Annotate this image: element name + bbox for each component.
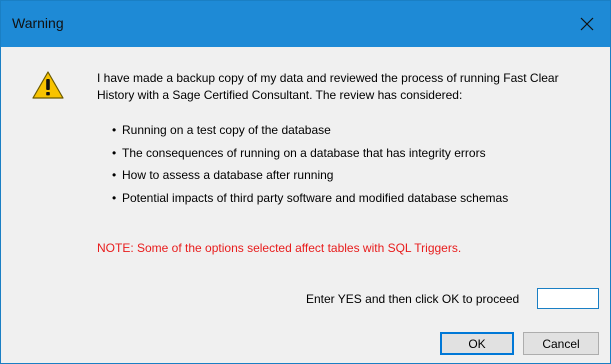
- confirmation-input[interactable]: [537, 288, 599, 309]
- confirmation-prompt-label: Enter YES and then click OK to proceed: [306, 292, 520, 306]
- considerations-list: • Running on a test copy of the database…: [112, 122, 582, 212]
- title-bar[interactable]: Warning: [1, 1, 610, 47]
- list-item: • The consequences of running on a datab…: [112, 145, 582, 168]
- window-title: Warning: [12, 15, 64, 31]
- list-item-text: How to assess a database after running: [122, 168, 334, 182]
- list-item: • How to assess a database after running: [112, 167, 582, 190]
- close-icon: [580, 17, 594, 31]
- list-item-text: The consequences of running on a databas…: [122, 145, 486, 160]
- list-item: • Running on a test copy of the database: [112, 122, 582, 145]
- ok-button[interactable]: OK: [440, 332, 514, 355]
- list-item: • Potential impacts of third party softw…: [112, 190, 582, 213]
- bullet-glyph: •: [112, 145, 117, 160]
- list-item-text: Potential impacts of third party softwar…: [122, 190, 509, 205]
- cancel-button[interactable]: Cancel: [523, 332, 599, 355]
- warning-message: I have made a backup copy of my data and…: [97, 71, 559, 102]
- bullet-glyph: •: [112, 123, 117, 137]
- bullet-glyph: •: [112, 168, 117, 182]
- close-button[interactable]: [564, 1, 610, 47]
- warning-dialog: Warning I have made a backup copy of my …: [0, 0, 611, 364]
- sql-trigger-note: NOTE: Some of the options selected affec…: [97, 241, 462, 255]
- warning-icon: [32, 71, 64, 99]
- bullet-glyph: •: [112, 190, 117, 205]
- list-item-text: Running on a test copy of the database: [122, 123, 331, 137]
